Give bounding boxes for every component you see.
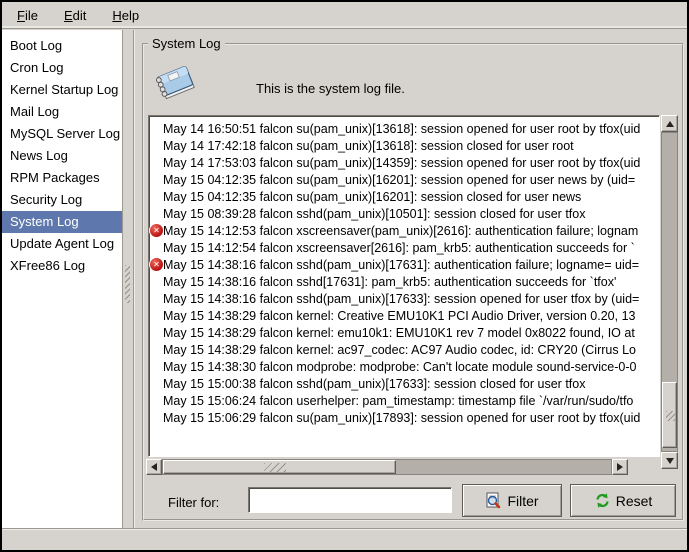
filter-input[interactable] [248,487,452,513]
pane-splitter[interactable] [123,30,133,530]
log-row-text: May 15 04:12:35 falcon su(pam_unix)[1620… [163,173,635,187]
menu-bar: File Edit Help [2,2,687,29]
log-viewer-window: File Edit Help Boot Log Cron Log Kernel … [0,0,689,552]
log-book-icon [152,59,200,107]
horizontal-scrollbar [146,459,628,475]
sidebar-item[interactable]: Update Agent Log [2,233,122,255]
status-bar [2,528,687,550]
sidebar-item[interactable]: Mail Log [2,101,122,123]
log-row[interactable]: ✕ May 15 14:12:54 falcon xscreensaver[26… [149,239,659,256]
log-row-gutter: ✕ [149,224,163,237]
log-row[interactable]: ✕ May 15 14:38:16 falcon sshd(pam_unix)[… [149,256,659,273]
log-row[interactable]: ✕ May 15 14:38:30 falcon modprobe: modpr… [149,358,659,375]
log-row-text: May 15 14:38:16 falcon sshd(pam_unix)[17… [163,292,639,306]
sidebar-item[interactable]: Boot Log [2,35,122,57]
log-row[interactable]: ✕ May 15 15:00:38 falcon sshd(pam_unix)[… [149,375,659,392]
log-list[interactable]: ✕ May 14 16:50:51 falcon su(pam_unix)[13… [148,115,660,457]
log-row[interactable]: ✕ May 15 15:06:24 falcon userhelper: pam… [149,392,659,409]
log-row[interactable]: ✕ May 15 14:38:16 falcon sshd(pam_unix)[… [149,290,659,307]
scroll-right-button[interactable] [612,459,628,475]
log-row[interactable]: ✕ May 15 04:12:35 falcon su(pam_unix)[16… [149,188,659,205]
log-row[interactable]: ✕ May 15 14:38:16 falcon sshd[17631]: pa… [149,273,659,290]
filter-button-label: Filter [507,493,538,509]
menu-item[interactable]: Edit [55,5,95,26]
log-row-text: May 15 15:00:38 falcon sshd(pam_unix)[17… [163,377,585,391]
log-row-text: May 15 15:06:24 falcon userhelper: pam_t… [163,394,633,408]
log-row[interactable]: ✕ May 15 14:38:29 falcon kernel: Creativ… [149,307,659,324]
reset-button[interactable]: Reset [570,484,676,517]
error-icon: ✕ [150,258,163,271]
splitter-grip-icon [125,265,130,303]
scroll-up-button[interactable] [661,115,678,132]
log-row-text: May 15 14:38:29 falcon kernel: Creative … [163,309,635,323]
sidebar-item[interactable]: Security Log [2,189,122,211]
arrow-up-icon [666,121,674,127]
log-row-text: May 14 17:42:18 falcon su(pam_unix)[1361… [163,139,574,153]
log-row[interactable]: ✕ May 15 14:12:53 falcon xscreensaver(pa… [149,222,659,239]
log-row-text: May 15 14:38:16 falcon sshd[17631]: pam_… [163,275,616,289]
sidebar-item[interactable]: XFree86 Log [2,255,122,277]
log-row[interactable]: ✕ May 14 17:42:18 falcon su(pam_unix)[13… [149,137,659,154]
reset-button-label: Reset [616,493,653,509]
sidebar-item[interactable]: System Log [2,211,122,233]
thumb-grip-icon [264,463,286,472]
arrow-down-icon [666,458,674,464]
log-row[interactable]: ✕ May 14 16:50:51 falcon su(pam_unix)[13… [149,120,659,137]
main-panel: System Log This is the system log f [133,30,687,528]
log-row-text: May 14 16:50:51 falcon su(pam_unix)[1361… [163,122,640,136]
log-row-text: May 15 14:38:29 falcon kernel: ac97_code… [163,343,636,357]
refresh-icon [594,492,611,509]
log-row-text: May 14 17:53:03 falcon su(pam_unix)[1435… [163,156,640,170]
sidebar-item[interactable]: Kernel Startup Log [2,79,122,101]
log-row[interactable]: ✕ May 15 14:38:29 falcon kernel: emu10k1… [149,324,659,341]
log-description: This is the system log file. [256,81,405,96]
vertical-scrollbar-thumb[interactable] [662,382,677,448]
filter-label: Filter for: [168,495,219,510]
log-row-gutter: ✕ [149,258,163,271]
log-row[interactable]: ✕ May 15 14:38:29 falcon kernel: ac97_co… [149,341,659,358]
system-log-frame: System Log This is the system log f [142,43,684,521]
thumb-grip-icon [666,411,675,421]
scroll-down-button[interactable] [661,452,678,469]
log-row[interactable]: ✕ May 15 04:12:35 falcon su(pam_unix)[16… [149,171,659,188]
horizontal-scrollbar-thumb[interactable] [163,460,396,474]
log-row-text: May 15 14:38:16 falcon sshd(pam_unix)[17… [163,258,639,272]
error-icon: ✕ [150,224,163,237]
log-row-text: May 15 14:38:30 falcon modprobe: modprob… [163,360,637,374]
menu-item[interactable]: File [8,5,47,26]
menu-item[interactable]: Help [103,5,148,26]
scroll-left-button[interactable] [146,459,162,475]
frame-title: System Log [148,36,225,51]
log-row[interactable]: ✕ May 15 08:39:28 falcon sshd(pam_unix)[… [149,205,659,222]
arrow-left-icon [151,463,157,471]
log-row[interactable]: ✕ May 15 15:06:29 falcon su(pam_unix)[17… [149,409,659,426]
sidebar-item[interactable]: News Log [2,145,122,167]
log-row-text: May 15 14:12:54 falcon xscreensaver[2616… [163,241,635,255]
sidebar-item[interactable]: Cron Log [2,57,122,79]
log-row-text: May 15 15:06:29 falcon su(pam_unix)[1789… [163,411,640,425]
arrow-right-icon [617,463,623,471]
log-row-text: May 15 14:38:29 falcon kernel: emu10k1: … [163,326,635,340]
sidebar-log-types: Boot Log Cron Log Kernel Startup Log Mai… [2,30,123,530]
log-row-text: May 15 14:12:53 falcon xscreensaver(pam_… [163,224,638,238]
sidebar-item[interactable]: MySQL Server Log [2,123,122,145]
filter-button[interactable]: Filter [462,484,562,517]
sidebar-item[interactable]: RPM Packages [2,167,122,189]
vertical-scrollbar [661,115,678,469]
search-document-icon [485,492,502,509]
log-row[interactable]: ✕ May 14 17:53:03 falcon su(pam_unix)[14… [149,154,659,171]
log-row-text: May 15 04:12:35 falcon su(pam_unix)[1620… [163,190,581,204]
log-row-text: May 15 08:39:28 falcon sshd(pam_unix)[10… [163,207,585,221]
